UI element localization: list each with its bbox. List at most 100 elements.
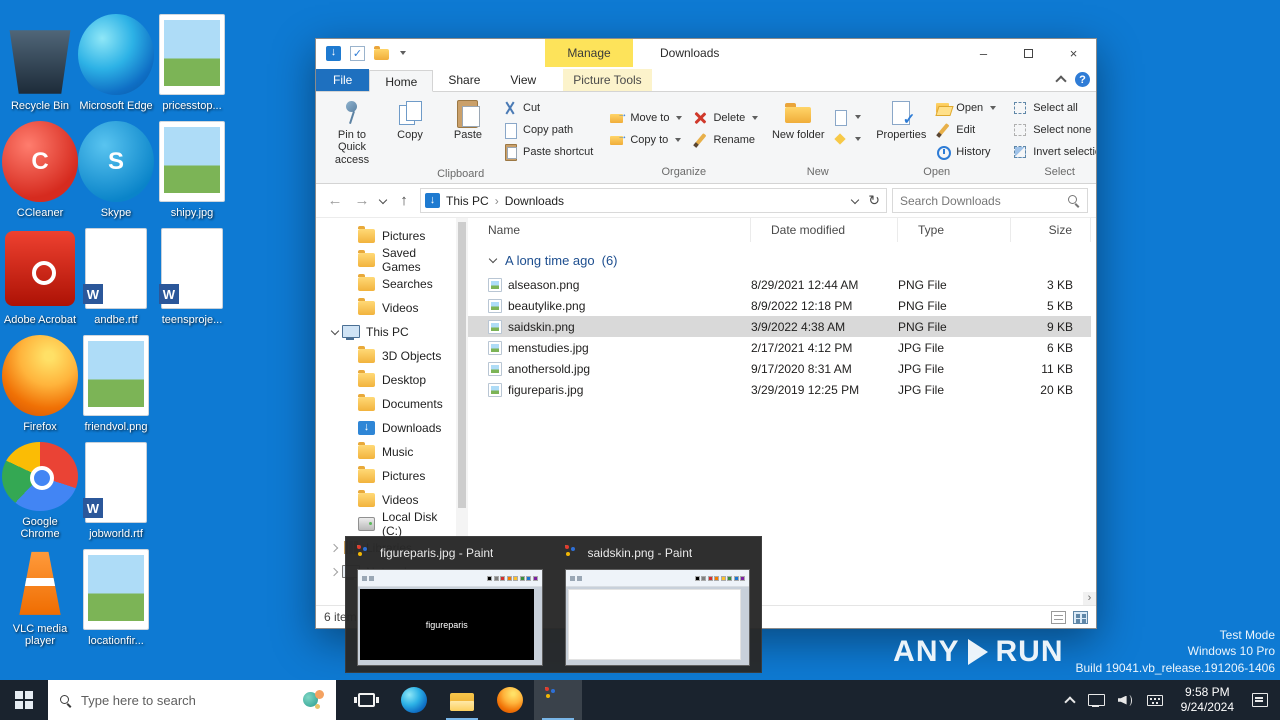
desktop-icon[interactable]: locationfir... [78,541,154,648]
taskbar-file-explorer-button[interactable] [438,680,486,720]
column-header-date-modified[interactable]: Date modified [751,218,898,242]
file-row[interactable]: saidskin.png 3/9/2022 4:38 AM PNG File 9… [468,316,1091,337]
sidebar-item-chevron-icon[interactable] [330,543,340,553]
taskbar-search-input[interactable] [81,692,292,708]
search-box[interactable] [892,188,1088,213]
desktop-icon[interactable]: shipy.jpg [154,113,230,220]
search-highlights-icon[interactable] [301,689,325,711]
close-button[interactable]: × [1051,39,1096,67]
sidebar-item-chevron-icon[interactable] [346,303,356,313]
show-hidden-icons-button[interactable] [1059,680,1081,720]
forward-button[interactable]: → [351,190,373,212]
taskbar-clock[interactable]: 9:58 PM 9/24/2024 [1170,685,1245,715]
back-button[interactable]: ← [324,190,346,212]
desktop-icon[interactable]: friendvol.png [78,327,154,434]
action-center-button[interactable] [1245,680,1280,720]
up-button[interactable]: ↑ [393,190,415,212]
search-input[interactable] [900,193,1061,208]
group-header[interactable]: A long time ago (6) [468,246,1096,274]
desktop-icon[interactable]: Adobe Acrobat [2,220,78,327]
preview-thumbnail[interactable]: figureparis [357,569,543,666]
manage-contextual-tab[interactable]: Manage [545,39,633,67]
breadcrumb-downloads[interactable]: Downloads [505,194,564,208]
paint-preview-card[interactable]: figureparis.jpg - Paint figureparis [346,537,554,672]
taskbar-search[interactable] [48,680,336,720]
sidebar-item-chevron-icon[interactable] [346,447,356,457]
sidebar-item-chevron-icon[interactable] [346,423,356,433]
recent-locations-caret-icon[interactable] [378,196,388,206]
sidebar-item-chevron-icon[interactable] [346,471,356,481]
tab-file[interactable]: File [316,69,370,91]
sidebar-item[interactable]: Music [316,440,456,464]
scroll-right-arrow-icon[interactable]: › [1083,592,1096,605]
desktop-icon[interactable]: pricesstop... [154,6,230,113]
sidebar-item-chevron-icon[interactable] [330,567,340,577]
desktop-icon[interactable]: Firefox [2,327,78,434]
copy-to-button[interactable]: Copy to [605,129,686,150]
maximize-button[interactable] [1006,39,1051,67]
sidebar-item-chevron-icon[interactable] [346,375,356,385]
file-row[interactable]: beautylike.png 8/9/2022 12:18 PM PNG Fil… [468,295,1091,316]
open-button[interactable]: Open [931,97,1000,118]
large-icons-view-toggle-icon[interactable] [1073,610,1088,624]
file-row[interactable]: figureparis.jpg 3/29/2019 12:25 PM JPG F… [468,379,1091,400]
scrollbar-thumb[interactable] [458,222,466,508]
move-to-button[interactable]: Move to [605,107,686,128]
desktop-icon[interactable]: jobworld.rtf [78,434,154,541]
collapse-ribbon-icon[interactable] [1055,75,1067,87]
history-button[interactable]: History [931,141,1000,162]
taskbar-firefox-button[interactable] [486,680,534,720]
sidebar-item-chevron-icon[interactable] [346,495,356,505]
taskbar-paint-button[interactable] [534,680,582,720]
tab-home[interactable]: Home [369,70,434,92]
sidebar-item[interactable]: 3D Objects [316,344,456,368]
sidebar-item[interactable]: Pictures [316,464,456,488]
delete-button[interactable]: Delete [688,107,762,128]
paint-preview-card[interactable]: saidskin.png - Paint [554,537,762,672]
details-view-toggle-icon[interactable] [1051,610,1066,624]
desktop-icon[interactable]: VLC media player [2,541,78,648]
edit-button[interactable]: Edit [931,119,1000,140]
help-icon[interactable]: ? [1075,72,1090,87]
file-row[interactable]: anothersold.jpg 9/17/2020 8:31 AM JPG Fi… [468,358,1091,379]
search-icon[interactable] [1067,194,1080,207]
sidebar-item[interactable]: Downloads [316,416,456,440]
tab-picture-tools[interactable]: Picture Tools [563,69,652,91]
column-header-name[interactable]: Name [468,218,751,242]
copy-button[interactable]: Copy [382,96,438,143]
column-header-size[interactable]: Size [1011,218,1091,242]
desktop-icon[interactable]: Microsoft Edge [78,6,154,113]
sidebar-item[interactable]: Desktop [316,368,456,392]
taskbar-edge-button[interactable] [390,680,438,720]
rename-button[interactable]: Rename [688,129,762,150]
refresh-icon[interactable]: ↻ [868,192,880,209]
desktop-icon[interactable]: Recycle Bin [2,6,78,113]
pin-to-quick-access-button[interactable]: Pin to Quick access [324,96,380,168]
sidebar-item[interactable]: Searches [316,272,456,296]
file-row[interactable]: menstudies.jpg 2/17/2021 4:12 PM JPG Fil… [468,337,1091,358]
preview-thumbnail[interactable] [564,569,750,666]
properties-qat-icon[interactable] [350,45,365,61]
cut-button[interactable]: Cut [498,97,597,118]
sidebar-item-chevron-icon[interactable] [346,351,356,361]
column-header-type[interactable]: Type [898,218,1011,242]
sidebar-item-chevron-icon[interactable] [346,231,356,241]
qat-customize-caret-icon[interactable] [400,51,406,55]
breadcrumb-this-pc[interactable]: This PC [446,194,489,208]
network-tray-button[interactable] [1081,680,1111,720]
keyboard-tray-button[interactable] [1140,680,1170,720]
select-none-button[interactable]: Select none [1008,119,1096,140]
paste-shortcut-button[interactable]: Paste shortcut [498,141,597,162]
address-field[interactable]: This PC › Downloads ↻ [420,188,887,213]
desktop-icon[interactable]: andbe.rtf [78,220,154,327]
desktop-icon[interactable]: Google Chrome [2,434,78,541]
tab-view[interactable]: View [495,69,551,91]
sidebar-item[interactable]: Saved Games [316,246,456,274]
paste-button[interactable]: Paste [440,96,496,143]
sidebar-item[interactable]: Videos [316,488,456,512]
sidebar-item-chevron-icon[interactable] [346,279,356,289]
volume-tray-button[interactable] [1111,680,1140,720]
invert-selection-button[interactable]: Invert selection [1008,141,1096,162]
sidebar-item[interactable]: Documents [316,392,456,416]
address-dropdown-caret-icon[interactable] [850,196,860,206]
